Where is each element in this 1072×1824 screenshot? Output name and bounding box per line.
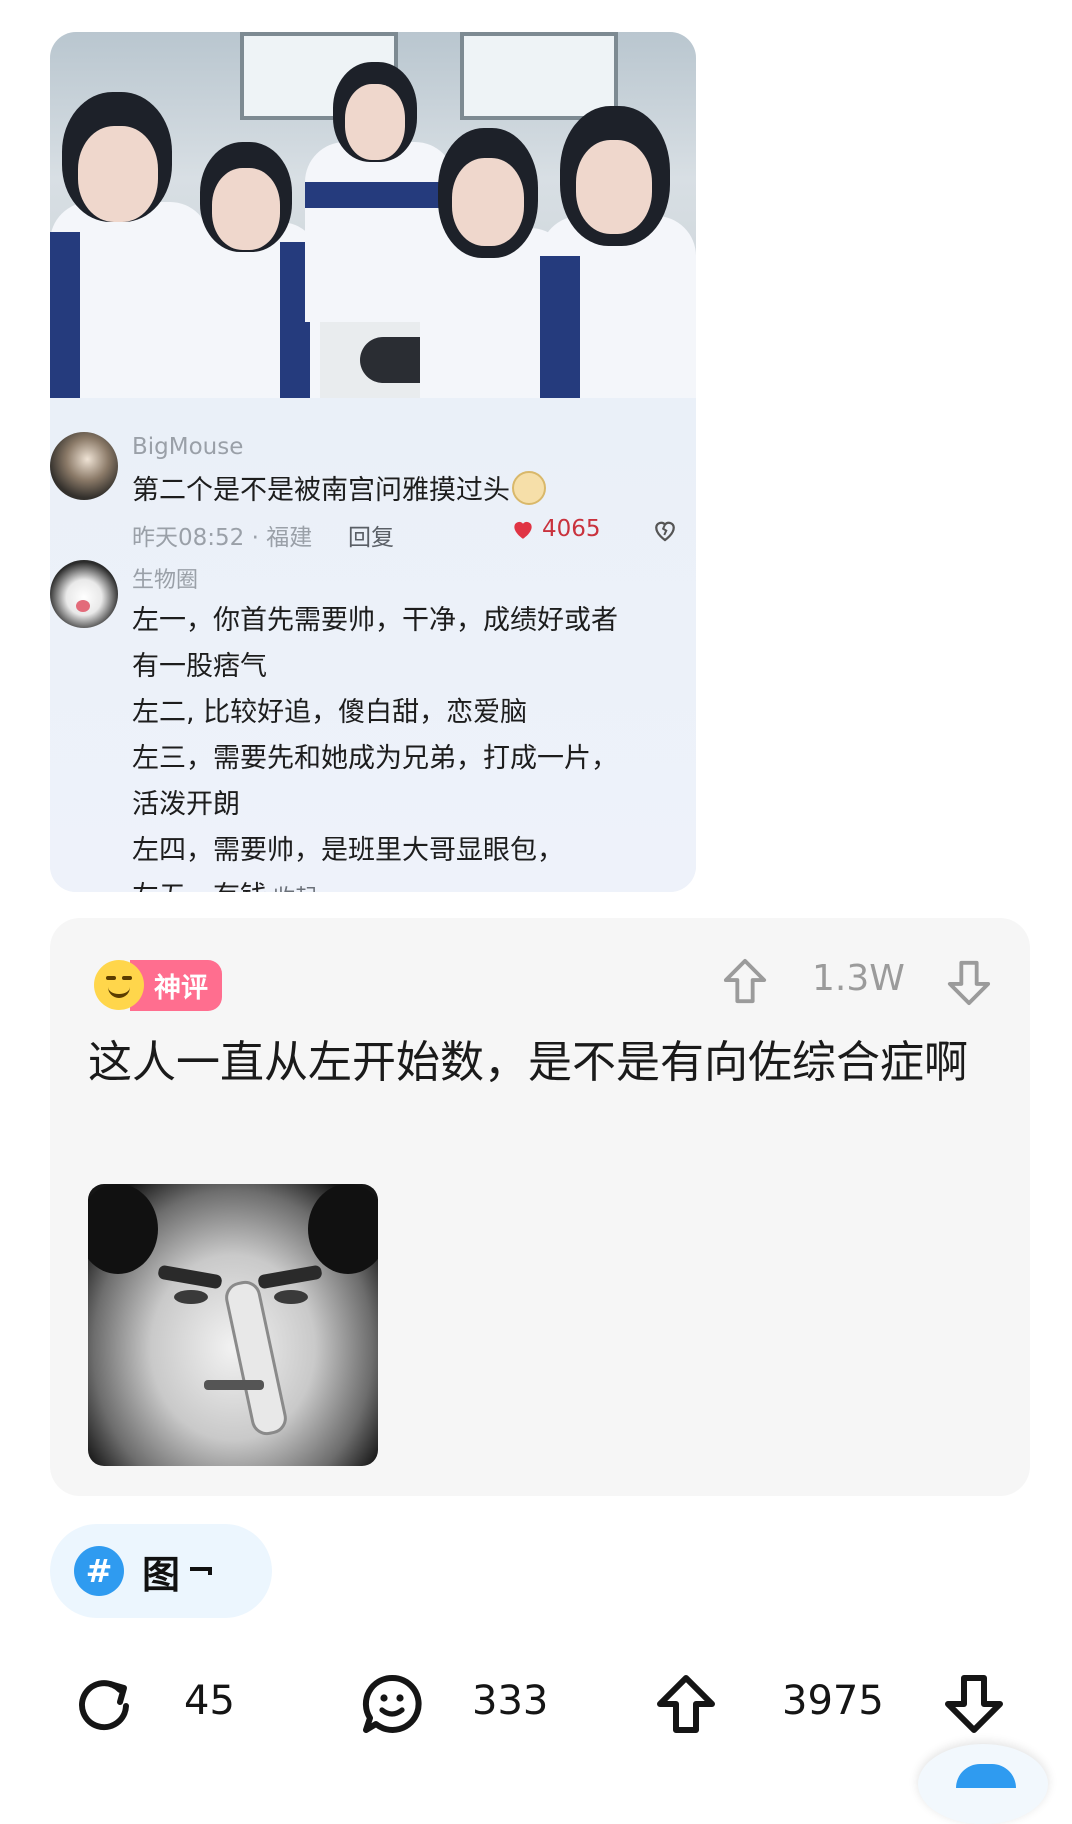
like-button[interactable]: 4065 bbox=[510, 516, 601, 542]
comment-text: 第二个是不是被南宫问雅摸过头 bbox=[132, 468, 546, 507]
comment-count: 333 bbox=[472, 1678, 549, 1724]
reply-button[interactable]: 回复 bbox=[348, 518, 394, 552]
arrow-right-icon bbox=[190, 1567, 213, 1575]
broken-heart-icon[interactable] bbox=[650, 515, 680, 545]
topic-label: 图 bbox=[142, 1552, 181, 1597]
classroom-photo bbox=[50, 32, 696, 398]
embedded-comments: BigMouse 第二个是不是被南宫问雅摸过头 昨天08:52 · 福建 回复 … bbox=[50, 398, 696, 892]
god-comment-text: 这人一直从左开始数，是不是有向佐综合症啊 bbox=[88, 1037, 968, 1088]
avatar[interactable] bbox=[50, 560, 118, 628]
crying-emoji-icon bbox=[512, 471, 546, 505]
god-comment-card[interactable]: 神评 1.3W 这人一直从左开始数，是不是有向佐综合症啊 bbox=[50, 918, 1030, 1496]
smile-icon bbox=[94, 960, 144, 1010]
upvote-icon[interactable] bbox=[722, 956, 768, 1008]
collapse-link[interactable]: 收起 bbox=[273, 886, 317, 892]
meme-image[interactable] bbox=[88, 1184, 378, 1466]
downvote-icon[interactable] bbox=[946, 956, 992, 1008]
comment-meta: 昨天08:52 · 福建 bbox=[132, 525, 313, 551]
comment-text: 左一，你首先需要帅，干净，成绩好或者 有一股痞气 左二, 比较好追，傻白甜，恋爱… bbox=[132, 598, 672, 892]
share-count: 45 bbox=[184, 1678, 235, 1724]
embedded-screenshot[interactable]: BigMouse 第二个是不是被南宫问雅摸过头 昨天08:52 · 福建 回复 … bbox=[50, 32, 696, 892]
upvote-count: 3975 bbox=[782, 1678, 884, 1724]
vote-count: 1.3W bbox=[812, 958, 905, 999]
comment-username[interactable]: 生物圈 bbox=[132, 562, 198, 594]
action-bar: 45 333 3975 bbox=[0, 1660, 1072, 1750]
like-count: 4065 bbox=[542, 516, 601, 542]
share-icon[interactable] bbox=[72, 1672, 136, 1736]
hashtag-icon: # bbox=[74, 1546, 124, 1596]
heart-icon bbox=[514, 521, 532, 539]
comment-username[interactable]: BigMouse bbox=[132, 434, 243, 460]
comment-icon[interactable] bbox=[360, 1672, 424, 1736]
avatar[interactable] bbox=[50, 432, 118, 500]
downvote-icon[interactable] bbox=[942, 1672, 1006, 1736]
floating-action-button[interactable] bbox=[918, 1744, 1048, 1824]
topic-chip[interactable]: # 图 bbox=[50, 1524, 272, 1618]
upvote-icon[interactable] bbox=[654, 1672, 718, 1736]
god-comment-badge: 神评 bbox=[94, 959, 222, 1011]
